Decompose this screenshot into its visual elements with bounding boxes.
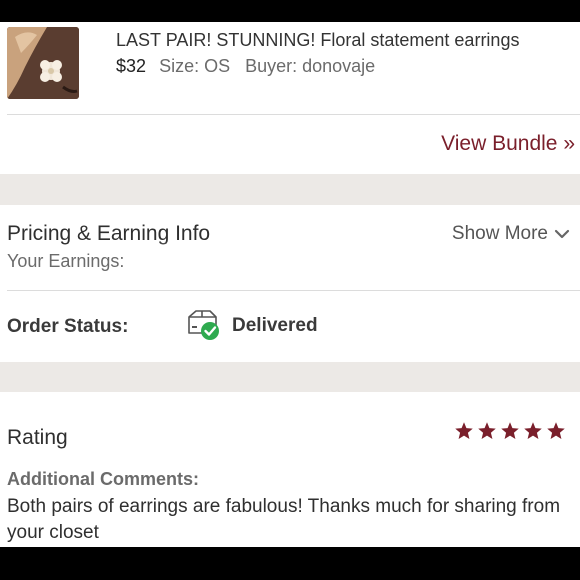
rating-stars [454,421,566,441]
item-price: $32 [116,56,147,76]
star-icon [455,422,473,439]
divider [7,290,580,291]
pricing-section-title: Pricing & Earning Info [7,222,211,245]
chevron-down-icon [554,229,570,239]
divider [7,114,580,115]
order-status-label: Order Status: [7,316,129,337]
rating-title: Rating [7,426,68,449]
section-separator [0,362,580,392]
additional-comments-label: Additional Comments: [7,469,199,489]
delivered-box-icon [188,310,219,340]
star-icon [478,422,496,439]
section-separator [0,174,580,205]
your-earnings-label: Your Earnings: [7,251,125,271]
show-more-label: Show More [451,223,548,244]
star-icon [547,422,565,439]
order-item-row[interactable]: LAST PAIR! STUNNING! Floral statement ea… [0,22,580,114]
order-status-value: Delivered [232,315,318,336]
additional-comments-text: Both pairs of earrings are fabulous! Tha… [7,496,561,543]
item-buyer[interactable]: Buyer: donovaje [245,56,375,76]
view-bundle-link[interactable]: View Bundle » [441,132,575,156]
item-meta: $32 Size: OS Buyer: donovaje [116,56,385,77]
item-thumbnail[interactable] [7,27,79,99]
item-title[interactable]: LAST PAIR! STUNNING! Floral statement ea… [116,30,519,51]
earring-photo-icon [7,27,79,99]
order-details-screen: LAST PAIR! STUNNING! Floral statement ea… [0,22,580,547]
item-size: Size: OS [159,56,231,76]
show-more-button[interactable]: Show More [452,223,570,245]
star-icon [501,422,519,439]
star-icon [524,422,542,439]
